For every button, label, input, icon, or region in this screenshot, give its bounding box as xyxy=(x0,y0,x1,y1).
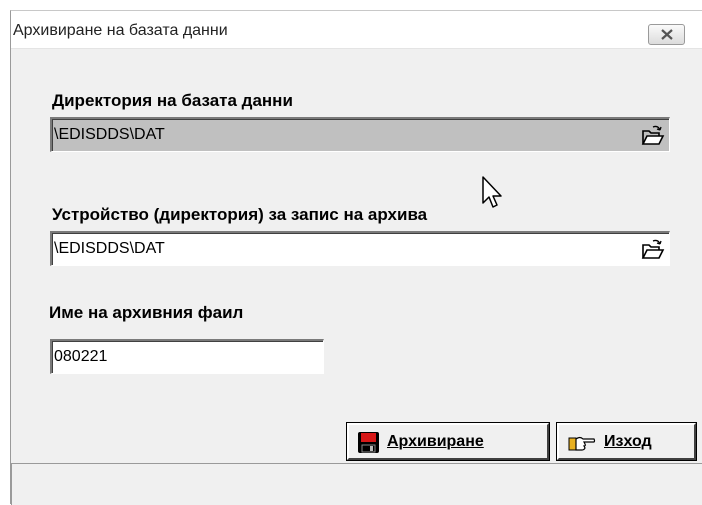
archive-dialog-window: Архивиране на базата данни Директория на… xyxy=(10,10,702,505)
archive-device-browse-button[interactable] xyxy=(640,238,666,262)
archive-file-value: 080221 xyxy=(54,348,108,365)
title-bar[interactable]: Архивиране на базата данни xyxy=(11,11,702,49)
database-dir-value: \EDISDDS\DAT xyxy=(54,126,165,143)
close-icon xyxy=(661,29,673,40)
database-dir-label: Директория на базата данни xyxy=(52,91,293,110)
status-bar xyxy=(11,463,702,505)
window-title: Архивиране на базата данни xyxy=(13,22,228,39)
pointing-hand-icon xyxy=(568,436,596,451)
floppy-disk-icon xyxy=(358,432,379,453)
database-dir-browse-button[interactable] xyxy=(640,124,666,148)
database-dir-field: \EDISDDS\DAT xyxy=(50,117,670,152)
archive-button-label: Архивиране xyxy=(387,433,484,450)
archive-file-input[interactable]: 080221 xyxy=(50,339,324,374)
exit-button-label: Изход xyxy=(604,433,652,450)
close-button[interactable] xyxy=(648,24,685,45)
archive-device-label: Устройство (директория) за запис на архи… xyxy=(52,205,428,224)
archive-device-value: \EDISDDS\DAT xyxy=(54,240,165,257)
open-folder-icon xyxy=(641,239,665,259)
exit-button[interactable]: Изход xyxy=(556,422,697,461)
mouse-cursor-icon xyxy=(482,176,502,208)
archive-file-label: Име на архивния фаил xyxy=(49,303,244,322)
archive-device-input[interactable]: \EDISDDS\DAT xyxy=(50,231,670,266)
archive-button[interactable]: Архивиране xyxy=(346,422,550,461)
open-folder-icon xyxy=(641,125,665,145)
